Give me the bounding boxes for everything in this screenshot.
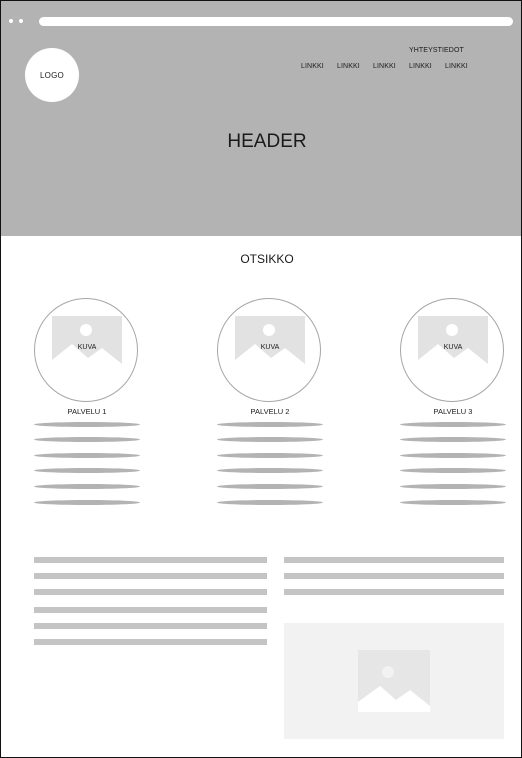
text-placeholder-line (217, 453, 323, 458)
text-placeholder-line (217, 422, 323, 427)
text-placeholder-line (400, 437, 506, 442)
image-label: KUVA (443, 344, 463, 351)
header-title: HEADER (227, 131, 307, 152)
nav-link-2[interactable]: LINKKI (337, 63, 360, 70)
address-bar[interactable] (39, 17, 513, 26)
text-placeholder-line (217, 437, 323, 442)
site-header: LOGO YHTEYSTIEDOT LINKKI LINKKI LINKKI L… (1, 35, 521, 236)
text-placeholder-bar (34, 607, 267, 613)
text-placeholder-line (34, 453, 140, 458)
service-image-circle: KUVA (400, 298, 504, 402)
text-placeholder-line (400, 468, 506, 473)
text-placeholder-line (400, 484, 506, 489)
text-placeholder-bar (284, 589, 504, 595)
logo-text: LOGO (40, 70, 64, 80)
nav-link-3[interactable]: LINKKI (373, 63, 396, 70)
nav-link-contact[interactable]: YHTEYSTIEDOT (409, 47, 464, 54)
image-label: KUVA (77, 344, 97, 351)
text-placeholder-line (34, 437, 140, 442)
nav-link-1[interactable]: LINKKI (301, 63, 324, 70)
image-icon (358, 666, 430, 712)
image-label: KUVA (260, 344, 280, 351)
window-dot-icon[interactable] (9, 19, 13, 23)
browser-window: LOGO YHTEYSTIEDOT LINKKI LINKKI LINKKI L… (0, 0, 522, 758)
text-placeholder-line (34, 422, 140, 427)
text-placeholder-bar (284, 573, 504, 579)
service-image-circle: KUVA (34, 298, 138, 402)
browser-toolbar (1, 1, 521, 35)
text-placeholder-line (217, 468, 323, 473)
text-placeholder-line (34, 468, 140, 473)
text-placeholder-bar (34, 639, 267, 645)
image-placeholder: KUVA (235, 316, 305, 376)
text-placeholder-bar (34, 589, 267, 595)
sun-icon (263, 324, 275, 336)
text-placeholder-line (217, 484, 323, 489)
text-placeholder-bar (34, 623, 267, 629)
service-image-circle: KUVA (217, 298, 321, 402)
section-title: OTSIKKO (240, 252, 294, 266)
service-title: PALVELU 2 (250, 407, 290, 416)
nav-link-4[interactable]: LINKKI (409, 63, 432, 70)
service-title: PALVELU 3 (433, 407, 473, 416)
text-placeholder-line (400, 453, 506, 458)
image-placeholder: KUVA (52, 316, 122, 376)
sun-icon (80, 324, 92, 336)
text-placeholder-line (34, 500, 140, 505)
text-placeholder-line (400, 500, 506, 505)
text-placeholder-line (400, 422, 506, 427)
text-placeholder-line (217, 500, 323, 505)
image-placeholder (358, 650, 430, 712)
sun-icon (446, 324, 458, 336)
logo[interactable]: LOGO (25, 48, 79, 102)
text-placeholder-bar (284, 557, 504, 563)
text-placeholder-bar (34, 557, 267, 563)
service-title: PALVELU 1 (67, 407, 107, 416)
window-dot-icon[interactable] (19, 19, 23, 23)
content-image-placeholder (284, 623, 504, 739)
text-placeholder-line (34, 484, 140, 489)
nav-link-5[interactable]: LINKKI (445, 63, 468, 70)
text-placeholder-bar (34, 573, 267, 579)
image-placeholder: KUVA (418, 316, 488, 376)
